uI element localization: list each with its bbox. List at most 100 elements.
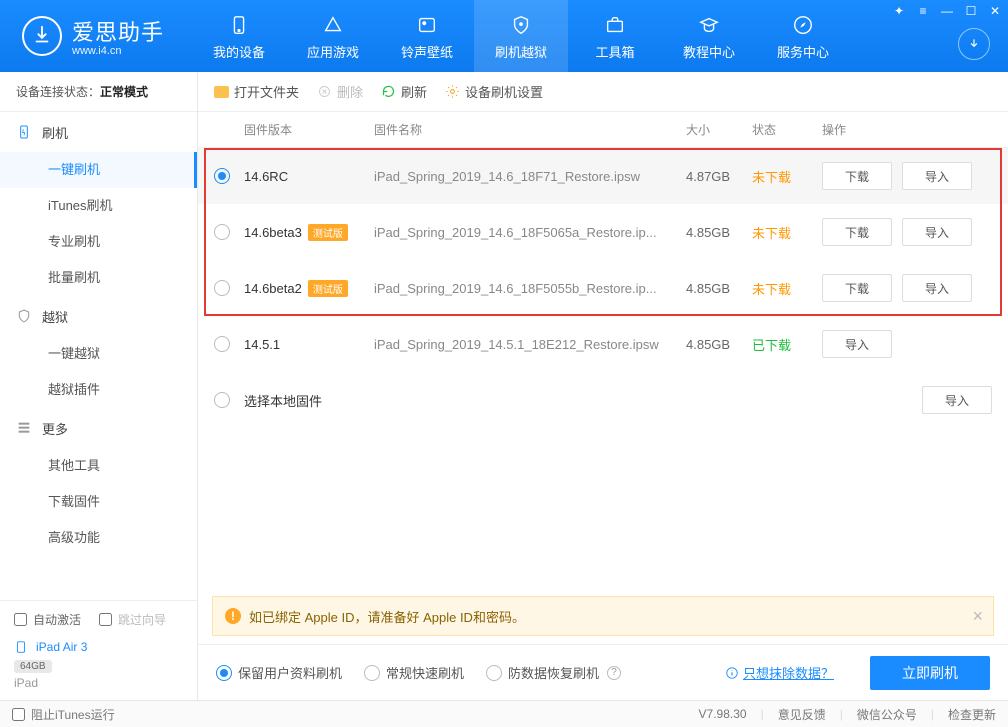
sidebar-item-pro-flash[interactable]: 专业刷机 <box>0 224 197 260</box>
sidebar: 设备连接状态：正常模式 刷机 一键刷机 iTunes刷机 专业刷机 批量刷机 越… <box>0 72 198 700</box>
firmware-row[interactable]: 14.6beta3 测试版 iPad_Spring_2019_14.6_18F5… <box>198 204 1008 260</box>
jailbreak-icon <box>16 308 32 324</box>
sidebar-group-flash[interactable]: 刷机 <box>0 112 197 152</box>
info-icon <box>725 666 739 680</box>
radio-icon[interactable] <box>214 168 230 184</box>
size-cell: 4.85GB <box>686 281 752 296</box>
erase-only-link[interactable]: 只想抹除数据？ <box>725 663 834 682</box>
auto-activate-label: 自动激活 <box>33 611 81 628</box>
download-button[interactable]: 下载 <box>822 162 892 190</box>
sidebar-item-advanced[interactable]: 高级功能 <box>0 520 197 556</box>
name-cell: iPad_Spring_2019_14.6_18F71_Restore.ipsw <box>374 169 686 184</box>
col-size: 大小 <box>686 121 752 138</box>
skip-guide-checkbox[interactable] <box>99 613 112 626</box>
import-button[interactable]: 导入 <box>902 162 972 190</box>
col-name: 固件名称 <box>374 121 686 138</box>
phone-icon <box>228 12 250 38</box>
main-panel: 打开文件夹 删除 刷新 设备刷机设置 固件版本 固件名称 大小 状态 操作 <box>198 72 1008 700</box>
open-folder-button[interactable]: 打开文件夹 <box>214 82 299 101</box>
compass-icon <box>792 12 814 38</box>
version-cell: 14.6beta2 测试版 <box>244 280 374 297</box>
name-cell: iPad_Spring_2019_14.6_18F5055b_Restore.i… <box>374 281 686 296</box>
version-cell: 14.6beta3 测试版 <box>244 224 374 241</box>
radio-icon <box>216 665 232 681</box>
sidebar-item-oneclick-flash[interactable]: 一键刷机 <box>0 152 197 188</box>
maximize-icon[interactable]: ☐ <box>964 4 978 18</box>
radio-icon[interactable] <box>214 392 230 408</box>
name-cell: iPad_Spring_2019_14.6_18F5065a_Restore.i… <box>374 225 686 240</box>
sidebar-group-jailbreak[interactable]: 越狱 <box>0 296 197 336</box>
nav-flash-jailbreak[interactable]: 刷机越狱 <box>474 0 568 72</box>
import-button[interactable]: 导入 <box>902 274 972 302</box>
wechat-link[interactable]: 微信公众号 <box>857 706 917 723</box>
nav-ringtones[interactable]: 铃声壁纸 <box>380 0 474 72</box>
option-normal-flash[interactable]: 常规快速刷机 <box>364 663 464 682</box>
check-update-link[interactable]: 检查更新 <box>948 706 996 723</box>
auto-activate-checkbox[interactable] <box>14 613 27 626</box>
apple-id-alert: ! 如已绑定 Apple ID，请准备好 Apple ID和密码。 × <box>212 596 994 636</box>
alert-close-icon[interactable]: × <box>972 606 983 627</box>
status-cell: 未下载 <box>752 279 822 298</box>
download-arrow-icon <box>967 37 981 51</box>
download-button[interactable] <box>958 28 990 60</box>
sidebar-item-batch-flash[interactable]: 批量刷机 <box>0 260 197 296</box>
firmware-row[interactable]: 14.6RC iPad_Spring_2019_14.6_18F71_Resto… <box>198 148 1008 204</box>
close-icon[interactable]: ✕ <box>988 4 1002 18</box>
flash-now-button[interactable]: 立即刷机 <box>870 656 990 690</box>
minimize-icon[interactable]: — <box>940 4 954 18</box>
nav-tutorials[interactable]: 教程中心 <box>662 0 756 72</box>
sidebar-item-jailbreak-plugins[interactable]: 越狱插件 <box>0 372 197 408</box>
ops-cell: 下载 导入 <box>822 274 992 302</box>
table-header: 固件版本 固件名称 大小 状态 操作 <box>198 112 1008 148</box>
sidebar-group-more[interactable]: 更多 <box>0 408 197 448</box>
delete-button[interactable]: 删除 <box>317 82 363 101</box>
app-header: 爱思助手 www.i4.cn 我的设备 应用游戏 铃声壁纸 刷机越狱 工具箱 教… <box>0 0 1008 72</box>
local-firmware-row[interactable]: 选择本地固件 导入 <box>198 372 1008 428</box>
feedback-link[interactable]: 意见反馈 <box>778 706 826 723</box>
firmware-row[interactable]: 14.5.1 iPad_Spring_2019_14.5.1_18E212_Re… <box>198 316 1008 372</box>
gear-icon <box>445 84 460 99</box>
option-anti-recovery[interactable]: 防数据恢复刷机 ? <box>486 663 621 682</box>
beta-tag: 测试版 <box>308 224 348 241</box>
toolbox-icon <box>604 12 626 38</box>
sidebar-item-other-tools[interactable]: 其他工具 <box>0 448 197 484</box>
skin-icon[interactable]: ✦ <box>892 4 906 18</box>
version-label: V7.98.30 <box>699 707 747 721</box>
nav-apps[interactable]: 应用游戏 <box>286 0 380 72</box>
shield-icon <box>510 12 532 38</box>
ops-cell: 下载 导入 <box>822 218 992 246</box>
app-url: www.i4.cn <box>72 45 164 57</box>
download-button[interactable]: 下载 <box>822 218 892 246</box>
toolbar: 打开文件夹 删除 刷新 设备刷机设置 <box>198 72 1008 112</box>
sidebar-item-download-firmware[interactable]: 下载固件 <box>0 484 197 520</box>
block-itunes-checkbox[interactable] <box>12 708 25 721</box>
nav-my-device[interactable]: 我的设备 <box>192 0 286 72</box>
nav-toolbox[interactable]: 工具箱 <box>568 0 662 72</box>
menu-icon[interactable]: ≡ <box>916 4 930 18</box>
help-icon[interactable]: ? <box>607 666 621 680</box>
option-keep-data[interactable]: 保留用户资料刷机 <box>216 663 342 682</box>
firmware-row[interactable]: 14.6beta2 测试版 iPad_Spring_2019_14.6_18F5… <box>198 260 1008 316</box>
radio-icon <box>486 665 502 681</box>
import-button[interactable]: 导入 <box>922 386 992 414</box>
col-ops: 操作 <box>822 121 992 138</box>
refresh-button[interactable]: 刷新 <box>381 82 427 101</box>
image-icon <box>416 12 438 38</box>
download-button[interactable]: 下载 <box>822 274 892 302</box>
status-cell: 未下载 <box>752 223 822 242</box>
flash-settings-button[interactable]: 设备刷机设置 <box>445 82 543 101</box>
nav-service[interactable]: 服务中心 <box>756 0 850 72</box>
radio-icon[interactable] <box>214 224 230 240</box>
radio-icon[interactable] <box>214 280 230 296</box>
sidebar-item-oneclick-jailbreak[interactable]: 一键越狱 <box>0 336 197 372</box>
device-info[interactable]: iPad Air 3 <box>14 638 183 656</box>
logo-icon <box>22 16 62 56</box>
import-button[interactable]: 导入 <box>822 330 892 358</box>
sidebar-item-itunes-flash[interactable]: iTunes刷机 <box>0 188 197 224</box>
skip-guide-label: 跳过向导 <box>118 611 166 628</box>
flash-icon <box>16 124 32 140</box>
radio-icon[interactable] <box>214 336 230 352</box>
connection-status: 设备连接状态：正常模式 <box>0 72 197 112</box>
beta-tag: 测试版 <box>308 280 348 297</box>
import-button[interactable]: 导入 <box>902 218 972 246</box>
